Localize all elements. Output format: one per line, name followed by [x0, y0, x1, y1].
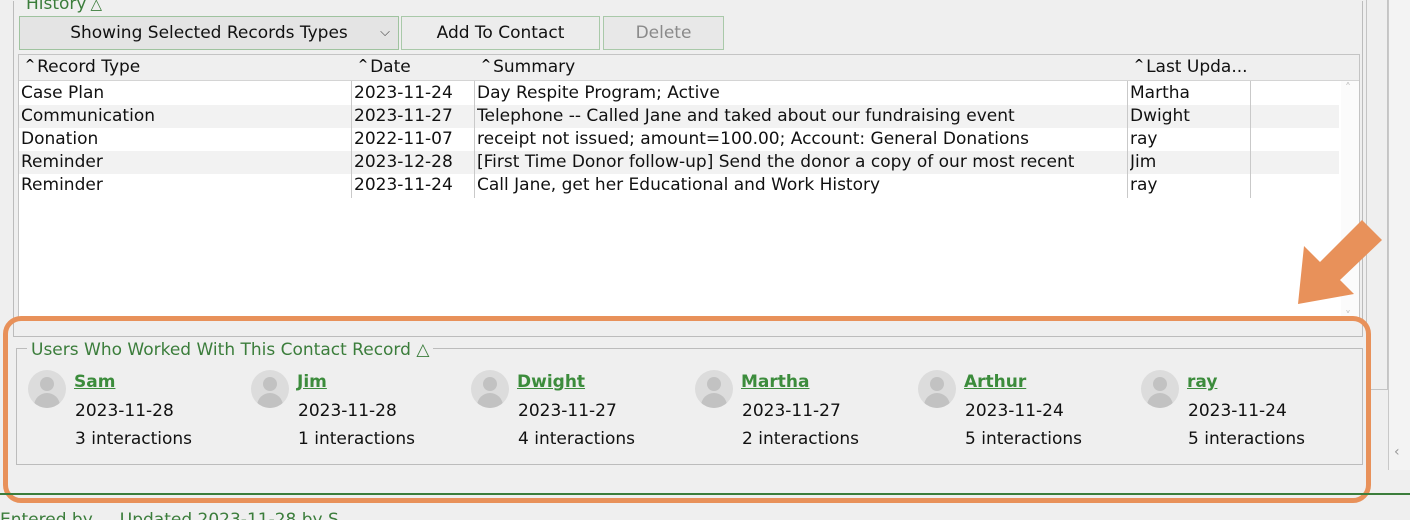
column-divider[interactable]: [474, 81, 475, 198]
history-table: ^ Record Type ^ Date ^ Summary ^ Last Upda..…: [18, 54, 1360, 323]
cell-last-updated: ray: [1130, 175, 1158, 195]
cell-record-type: Reminder: [21, 152, 103, 172]
highlight-box: [3, 316, 1371, 503]
table-row[interactable]: Reminder 2023-11-24 Call Jane, get her E…: [19, 174, 1339, 197]
column-label: Record Type: [37, 57, 141, 77]
column-header-last-updated[interactable]: ^ Last Upda...: [1134, 57, 1248, 77]
cell-last-updated: Jim: [1130, 152, 1157, 172]
cell-record-type: Communication: [21, 106, 155, 126]
column-label: Summary: [493, 57, 576, 77]
history-title-label: History: [26, 0, 87, 14]
cell-last-updated: ray: [1130, 129, 1158, 149]
cell-date: 2023-12-28: [354, 152, 453, 172]
cell-record-type: Donation: [21, 129, 99, 149]
cell-summary: Day Respite Program; Active: [477, 83, 720, 103]
cell-summary: receipt not issued; amount=100.00; Accou…: [477, 129, 1030, 149]
cell-record-type: Reminder: [21, 175, 103, 195]
column-header-date[interactable]: ^ Date: [358, 57, 411, 77]
chevron-down-icon: ⌵: [380, 25, 390, 40]
contact-record-panel: History △ Showing Selected Records Types …: [0, 0, 1410, 520]
cell-last-updated: Martha: [1130, 83, 1190, 103]
history-title[interactable]: History △: [26, 0, 109, 14]
cell-last-updated: Dwight: [1130, 106, 1190, 126]
cell-date: 2023-11-27: [354, 106, 453, 126]
delete-button[interactable]: Delete: [603, 16, 724, 50]
table-row[interactable]: Case Plan 2023-11-24 Day Respite Program…: [19, 82, 1339, 105]
separator-line: [0, 493, 1410, 495]
arrow-pointer-icon: [1298, 220, 1382, 304]
column-label: Last Upda...: [1146, 57, 1248, 77]
sort-caret-icon: ^: [25, 57, 36, 71]
table-row[interactable]: Reminder 2023-12-28 [First Time Donor fo…: [19, 151, 1339, 174]
outer-vertical-scrollbar[interactable]: ‹: [1388, 0, 1410, 470]
scroll-up-icon[interactable]: ˄: [1345, 81, 1351, 95]
chevron-left-icon[interactable]: ‹: [1394, 444, 1400, 460]
column-header-record-type[interactable]: ^ Record Type: [25, 57, 140, 77]
table-row[interactable]: Donation 2022-11-07 receipt not issued; …: [19, 128, 1339, 151]
status-bar-text: Entered by ... Updated 2023-11-28 by S..…: [0, 510, 355, 520]
sort-caret-icon: ^: [481, 57, 492, 71]
column-divider[interactable]: [1127, 81, 1128, 198]
cell-summary: [First Time Donor follow-up] Send the do…: [477, 152, 1075, 172]
column-header-summary[interactable]: ^ Summary: [481, 57, 575, 77]
column-divider[interactable]: [351, 81, 352, 198]
cell-date: 2023-11-24: [354, 83, 453, 103]
table-row[interactable]: Communication 2023-11-27 Telephone -- Ca…: [19, 105, 1339, 128]
cell-summary: Call Jane, get her Educational and Work …: [477, 175, 881, 195]
sort-caret-icon: ^: [1134, 57, 1145, 71]
cell-summary: Telephone -- Called Jane and taked about…: [477, 106, 1015, 126]
table-header: ^ Record Type ^ Date ^ Summary ^ Last Upda..…: [19, 55, 1359, 81]
column-label: Date: [370, 57, 411, 77]
collapse-triangle-icon[interactable]: △: [90, 0, 102, 13]
cell-date: 2023-11-24: [354, 175, 453, 195]
column-divider[interactable]: [1250, 81, 1251, 198]
record-type-filter-dropdown[interactable]: Showing Selected Records Types ⌵: [19, 16, 399, 50]
add-to-contact-button[interactable]: Add To Contact: [401, 16, 600, 50]
cell-record-type: Case Plan: [21, 83, 105, 103]
sort-caret-icon: ^: [358, 57, 369, 71]
cell-date: 2022-11-07: [354, 129, 453, 149]
record-type-filter-label: Showing Selected Records Types: [70, 23, 348, 43]
